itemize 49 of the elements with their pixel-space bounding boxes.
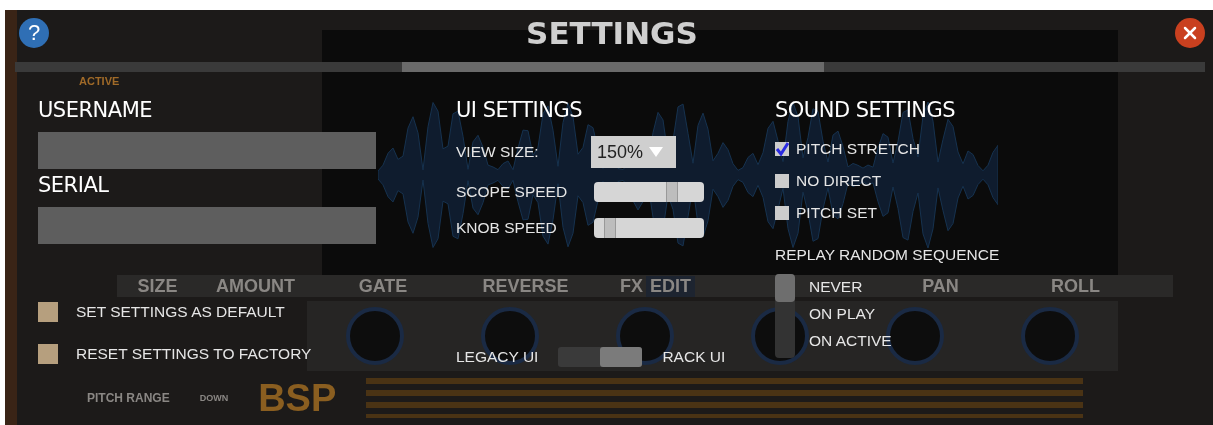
power-label: ACTIVE [79, 75, 120, 87]
scroll-bar[interactable] [15, 62, 1205, 72]
slider-track[interactable] [594, 218, 704, 238]
control-label: FX [620, 275, 643, 297]
replay-option[interactable]: ON PLAY [809, 305, 892, 323]
control-label: PAN [922, 275, 959, 297]
small-label: DOWN [199, 393, 229, 403]
input-field[interactable] [38, 207, 376, 244]
mode-label: LEGACY UI [456, 348, 539, 366]
view-size-label: VIEW SIZE: [456, 143, 539, 161]
close-button[interactable] [1175, 17, 1205, 48]
section-heading: UI SETTINGS [456, 98, 584, 122]
logo-text: BSP [258, 376, 337, 420]
control-label: SIZE [137, 275, 178, 297]
replay-selector[interactable] [775, 274, 795, 358]
checkbox[interactable] [775, 174, 789, 188]
edit-label: EDIT [646, 275, 695, 297]
checkbox-label: NO DIRECT [796, 172, 882, 190]
action-label: RESET SETTINGS TO FACTORY [76, 345, 312, 363]
view-size-dropdown[interactable]: 150% [591, 136, 676, 168]
field-label: SERIAL [38, 173, 110, 197]
slider-handle[interactable] [604, 218, 616, 238]
action-button[interactable] [38, 344, 58, 364]
help-button[interactable]: ? [19, 17, 49, 48]
action-label: SET SETTINGS AS DEFAULT [76, 303, 285, 321]
caret-icon [649, 147, 664, 157]
input-field[interactable] [38, 132, 376, 169]
checkbox-label: PITCH STRETCH [796, 140, 920, 158]
replay-heading: REPLAY RANDOM SEQUENCE [775, 246, 1001, 264]
section-heading: SOUND SETTINGS [775, 98, 957, 122]
slider-label: KNOB SPEED [456, 219, 557, 237]
field-label: USERNAME [38, 98, 154, 122]
mode-label: RACK UI [662, 348, 726, 366]
checkbox-label: PITCH SET [796, 204, 877, 222]
mode-toggle[interactable] [558, 347, 643, 367]
replay-option[interactable]: NEVER [809, 278, 892, 296]
slider-label: SCOPE SPEED [456, 183, 568, 201]
control-label: AMOUNT [216, 275, 295, 297]
action-button[interactable] [38, 302, 58, 322]
checkbox[interactable] [775, 206, 789, 220]
control-label: ROLL [1051, 275, 1100, 297]
slider-track[interactable] [594, 182, 704, 202]
slider-handle[interactable] [666, 182, 678, 202]
footer-label: PITCH RANGE [87, 391, 170, 405]
settings-title: SETTINGS [526, 14, 698, 51]
checkbox[interactable] [775, 142, 789, 156]
replay-option[interactable]: ON ACTIVE [809, 332, 892, 350]
control-label: REVERSE [482, 275, 569, 297]
control-label: GATE [358, 275, 408, 297]
